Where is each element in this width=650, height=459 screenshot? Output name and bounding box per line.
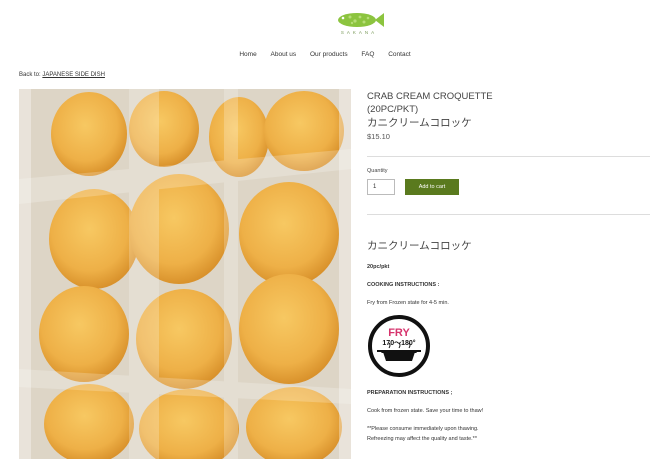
product-title-jp: カニクリームコロッケ	[367, 117, 472, 129]
nav-contact[interactable]: Contact	[388, 51, 410, 58]
divider	[367, 156, 650, 157]
product-subtitle: (20PC/PKT)	[367, 104, 419, 115]
cooking-text: Fry from Frozen state for 4-5 min.	[367, 300, 449, 306]
brand-logo[interactable]: SAKANA	[333, 10, 385, 40]
quantity-label: Quantity	[367, 168, 388, 174]
product-image	[19, 89, 351, 459]
cooking-title: COOKING INSTRUCTIONS :	[367, 282, 440, 288]
nav-home[interactable]: Home	[239, 51, 256, 58]
fry-label: FRY	[388, 327, 410, 339]
nav-products[interactable]: Our products	[310, 51, 348, 58]
breadcrumb-prefix: Back to:	[19, 72, 41, 78]
add-to-cart-button[interactable]: Add to cart	[405, 179, 459, 195]
note-line-1: **Please consume immediately upon thawin…	[367, 426, 479, 432]
main-nav: Home About us Our products FAQ Contact	[0, 51, 650, 58]
nav-faq[interactable]: FAQ	[361, 51, 374, 58]
product-price: $15.10	[367, 132, 390, 141]
quantity-input[interactable]: 1	[367, 179, 395, 195]
pack-size: 20pc/pkt	[367, 264, 390, 270]
breadcrumb-link[interactable]: JAPANESE SIDE DISH	[42, 72, 105, 78]
note-line-2: Refreezing may affect the quality and ta…	[367, 436, 477, 442]
fish-logo-icon	[338, 13, 384, 27]
prep-text: Cook from frozen state. Save your time t…	[367, 408, 484, 414]
divider	[367, 214, 650, 215]
fry-icon: FRY 170～180°	[367, 314, 431, 378]
breadcrumb: Back to: JAPANESE SIDE DISH	[19, 72, 105, 78]
product-info: CRAB CREAM CROQUETTE (20PC/PKT) カニクリームコロ…	[367, 90, 650, 141]
brand-name: SAKANA	[340, 30, 378, 35]
description-heading: カニクリームコロッケ	[367, 240, 472, 252]
nav-about[interactable]: About us	[271, 51, 297, 58]
product-title: CRAB CREAM CROQUETTE	[367, 91, 493, 102]
prep-title: PREPARATION INSTRUCTIONS ;	[367, 390, 453, 396]
